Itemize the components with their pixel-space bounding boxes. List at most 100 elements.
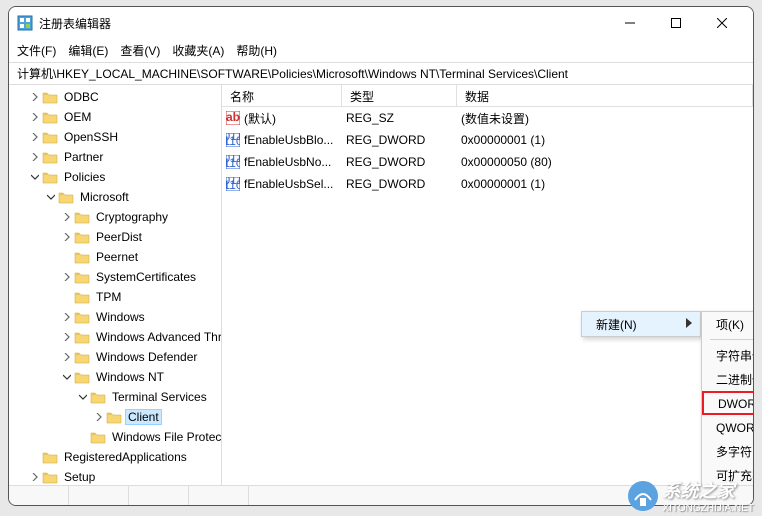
tree-item[interactable]: Terminal Services [9,387,221,407]
tree-item[interactable]: Cryptography [9,207,221,227]
tree-item[interactable]: TPM [9,287,221,307]
ctx-new-label: 新建(N) [596,316,637,333]
ctx-new[interactable]: 新建(N) [582,312,700,336]
menubar: 文件(F) 编辑(E) 查看(V) 收藏夹(A) 帮助(H) [9,39,753,63]
cell-type: REG_DWORD [346,133,461,147]
tree-item[interactable]: Windows [9,307,221,327]
ctx-binary[interactable]: 二进制值(B) [702,367,753,391]
ctx-dword[interactable]: DWORD (32 位)值(D) [702,391,753,415]
cell-type: REG_DWORD [346,155,461,169]
chevron-none-icon[interactable] [61,291,73,303]
tree-label: Windows NT [93,370,167,384]
chevron-right-icon[interactable] [29,111,41,123]
ctx-qword-label: QWORD (64 位)值(Q) [716,419,753,436]
ctx-binary-label: 二进制值(B) [716,371,753,388]
tree-label: PeerDist [93,230,145,244]
menu-edit[interactable]: 编辑(E) [68,42,108,59]
menu-favorites[interactable]: 收藏夹(A) [172,42,224,59]
list-row[interactable]: 011110fEnableUsbBlo...REG_DWORD0x0000000… [222,129,753,151]
cell-data: (数值未设置) [461,110,749,127]
tree-item[interactable]: PeerDist [9,227,221,247]
status-cell [129,486,189,505]
menu-file[interactable]: 文件(F) [17,42,56,59]
chevron-right-icon[interactable] [61,331,73,343]
tree-item[interactable]: Partner [9,147,221,167]
chevron-down-icon[interactable] [77,391,89,403]
chevron-none-icon[interactable] [61,251,73,263]
chevron-right-icon[interactable] [61,311,73,323]
tree-label: Peernet [93,250,141,264]
tree-item[interactable]: SystemCertificates [9,267,221,287]
tree-item[interactable]: ODBC [9,87,221,107]
maximize-button[interactable] [653,7,699,39]
ctx-qword[interactable]: QWORD (64 位)值(Q) [702,415,753,439]
column-name[interactable]: 名称 [222,85,342,106]
tree-item[interactable]: OpenSSH [9,127,221,147]
tree-item[interactable]: Setup [9,467,221,485]
cell-data: 0x00000001 (1) [461,133,749,147]
titlebar: 注册表编辑器 [9,7,753,39]
tree-label: Client [125,409,162,425]
ctx-string-label: 字符串值(S) [716,347,753,364]
watermark-url: XITONGZHIJIA.NET [663,503,755,514]
chevron-right-icon[interactable] [61,271,73,283]
menu-help[interactable]: 帮助(H) [236,42,277,59]
address-text: 计算机\HKEY_LOCAL_MACHINE\SOFTWARE\Policies… [17,65,568,82]
chevron-none-icon[interactable] [29,451,41,463]
ctx-key-label: 项(K) [716,316,744,333]
chevron-right-icon[interactable] [93,411,105,423]
chevron-down-icon[interactable] [61,371,73,383]
cell-name: 011110fEnableUsbSel... [226,177,346,191]
chevron-down-icon[interactable] [45,191,57,203]
content-area: ODBCOEM OpenSSH Partner PoliciesMicrosoftCr… [9,85,753,485]
cell-name: 011110fEnableUsbNo... [226,155,346,169]
list-row[interactable]: 011110fEnableUsbNo...REG_DWORD0x00000050… [222,151,753,173]
tree-item[interactable]: Peernet [9,247,221,267]
list-pane: 名称 类型 数据 ab(默认)REG_SZ(数值未设置)011110fEnabl… [222,85,753,485]
column-type[interactable]: 类型 [342,85,457,106]
tree-item[interactable]: Windows Advanced Threat Protection [9,327,221,347]
list-row[interactable]: ab(默认)REG_SZ(数值未设置) [222,107,753,129]
tree-pane[interactable]: ODBCOEM OpenSSH Partner PoliciesMicrosoftCr… [9,85,222,485]
tree-label: Windows Defender [93,350,200,364]
submenu-arrow-icon [686,317,692,331]
ctx-string[interactable]: 字符串值(S) [702,343,753,367]
chevron-right-icon[interactable] [29,131,41,143]
cell-type: REG_SZ [346,111,461,125]
chevron-down-icon[interactable] [29,171,41,183]
list-body[interactable]: ab(默认)REG_SZ(数值未设置)011110fEnableUsbBlo..… [222,107,753,485]
tree-item[interactable]: Client [9,407,221,427]
watermark-icon [627,480,659,512]
chevron-right-icon[interactable] [61,351,73,363]
cell-name: ab(默认) [226,110,346,127]
chevron-right-icon[interactable] [61,231,73,243]
tree-item[interactable]: Policies [9,167,221,187]
chevron-right-icon[interactable] [29,471,41,483]
chevron-right-icon[interactable] [61,211,73,223]
tree-label: Windows Advanced Threat Protection [93,330,222,344]
status-cell [189,486,249,505]
tree-label: SystemCertificates [93,270,199,284]
column-data[interactable]: 数据 [457,85,753,106]
tree-item[interactable]: Microsoft [9,187,221,207]
chevron-none-icon[interactable] [77,431,89,443]
close-button[interactable] [699,7,745,39]
ctx-key[interactable]: 项(K) [702,312,753,336]
svg-text:110: 110 [226,156,240,169]
tree-item[interactable]: OEM [9,107,221,127]
tree-item[interactable]: Windows File Protection [9,427,221,447]
list-row[interactable]: 011110fEnableUsbSel...REG_DWORD0x0000000… [222,173,753,195]
tree-label: OpenSSH [61,130,121,144]
menu-view[interactable]: 查看(V) [120,42,160,59]
tree-label: Partner [61,150,106,164]
chevron-right-icon[interactable] [29,151,41,163]
tree-item[interactable]: Windows Defender [9,347,221,367]
minimize-button[interactable] [607,7,653,39]
tree-item[interactable]: RegisteredApplications [9,447,221,467]
tree-label: Windows File Protection [109,430,222,444]
tree-label: Windows [93,310,148,324]
ctx-multi[interactable]: 多字符串值(M) [702,439,753,463]
tree-item[interactable]: Windows NT [9,367,221,387]
address-bar[interactable]: 计算机\HKEY_LOCAL_MACHINE\SOFTWARE\Policies… [9,63,753,85]
chevron-right-icon[interactable] [29,91,41,103]
